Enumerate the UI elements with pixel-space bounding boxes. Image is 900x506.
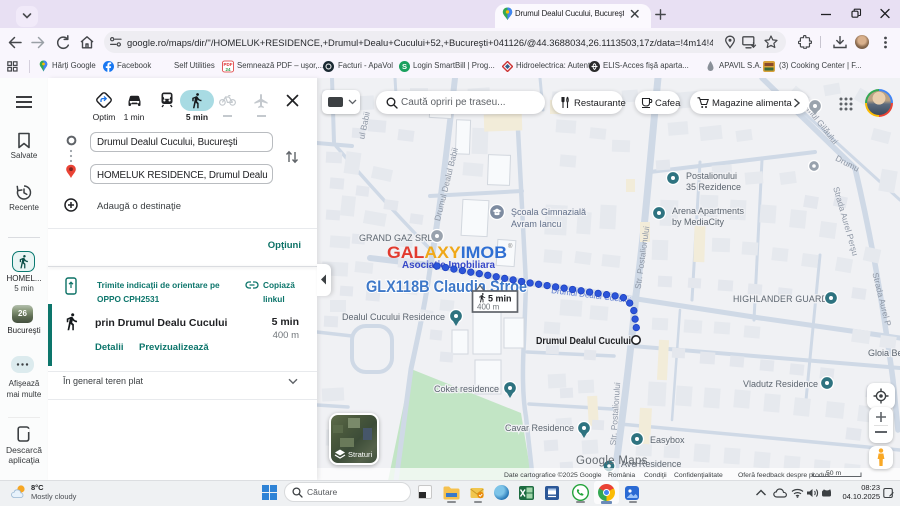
svg-text:Coket residence: Coket residence — [434, 384, 499, 394]
svg-text:400 m: 400 m — [477, 303, 500, 312]
svg-text:24: 24 — [225, 67, 231, 72]
svg-text:S: S — [402, 62, 407, 71]
svg-text:Confidenţialitate: Confidenţialitate — [674, 472, 723, 479]
svg-text:Date cartografice ©2025 Google: Date cartografice ©2025 Google — [504, 471, 602, 479]
svg-text:România: România — [608, 472, 635, 479]
svg-text:Google Maps: Google Maps — [576, 455, 648, 467]
svg-text:Şcoala Gimnazială: Şcoala Gimnazială — [511, 207, 586, 217]
svg-text:Postalionului: Postalionului — [686, 171, 737, 181]
svg-text:Easybox: Easybox — [650, 435, 685, 445]
svg-text:Asociaţie Imobiliara: Asociaţie Imobiliara — [402, 260, 495, 271]
svg-text:Vladutz Residence: Vladutz Residence — [743, 379, 818, 389]
svg-text:Drumul Dealul Cucului: Drumul Dealul Cucului — [536, 335, 631, 347]
svg-text:Cavar Residence: Cavar Residence — [505, 423, 574, 433]
svg-text:Gloia Be: Gloia Be — [868, 348, 900, 358]
svg-text:®: ® — [508, 243, 513, 250]
svg-text:Dealul Cucului Residence: Dealul Cucului Residence — [342, 312, 445, 322]
svg-text:Condiţii: Condiţii — [644, 472, 667, 479]
svg-text:50 m: 50 m — [826, 470, 841, 477]
svg-text:Avram Iancu: Avram Iancu — [511, 219, 561, 229]
svg-text:HIGHLANDER GUARD: HIGHLANDER GUARD — [733, 294, 828, 304]
svg-text:35 Rezidence: 35 Rezidence — [686, 182, 741, 192]
svg-text:GRAND GAZ SRL: GRAND GAZ SRL — [359, 233, 433, 243]
svg-text:Arena Apartments: Arena Apartments — [672, 206, 745, 216]
svg-text:by MediaCity: by MediaCity — [672, 217, 725, 227]
svg-text:Oferă feedback despre produs: Oferă feedback despre produs — [738, 472, 830, 479]
